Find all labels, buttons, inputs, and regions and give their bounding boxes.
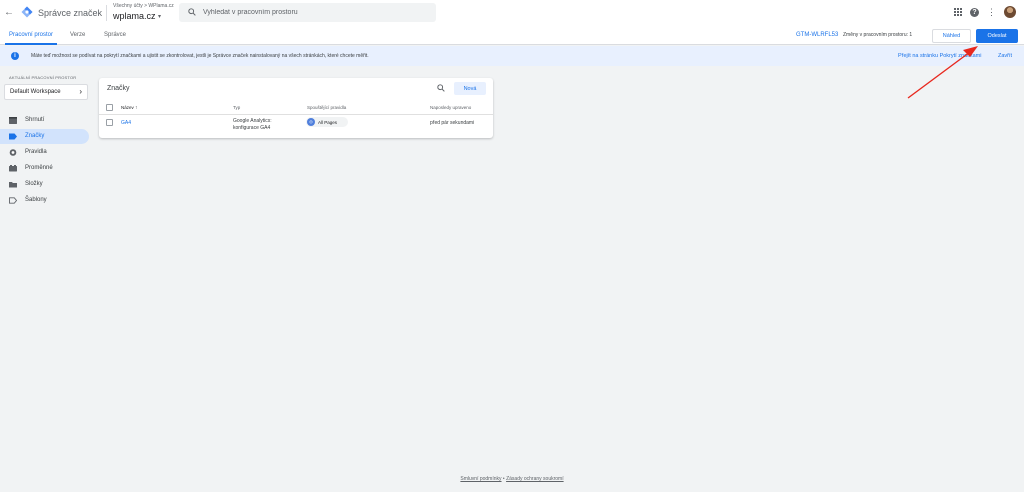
tag-manager-logo-icon[interactable] [21, 6, 33, 18]
avatar[interactable] [1004, 6, 1016, 18]
sidebar-item-label: Značky [25, 133, 45, 139]
sidebar-item-label: Složky [25, 181, 43, 187]
terms-link[interactable]: Smluvní podmínky [460, 476, 501, 482]
back-arrow-icon[interactable]: ← [4, 8, 14, 18]
banner-message: Máte teď možnost se podívat na pokrytí z… [31, 53, 369, 59]
header-actions: ? ⋮ [954, 6, 1016, 18]
search-icon[interactable] [437, 84, 445, 92]
row-checkbox[interactable] [106, 119, 113, 126]
annotation-arrow [907, 46, 978, 99]
sidebar-item-summary[interactable]: Shrnutí [0, 113, 89, 128]
tab-workspace[interactable]: Pracovní prostor [9, 32, 53, 38]
container-id-link[interactable]: GTM-WLRFL53 [796, 32, 838, 38]
new-tag-button[interactable]: Nová [454, 82, 486, 95]
tag-name-link[interactable]: GA4 [121, 120, 131, 126]
sidebar-item-folders[interactable]: Složky [0, 177, 89, 192]
eye-icon: ◎ [307, 118, 315, 126]
sidebar-item-triggers[interactable]: Pravidla [0, 145, 89, 160]
workspace-search[interactable] [179, 3, 436, 22]
chevron-down-icon[interactable]: ▾ [158, 13, 161, 20]
workspace-tabbar: Pracovní prostor Verze Správce GTM-WLRFL… [0, 26, 1024, 45]
trigger-icon [9, 149, 17, 156]
folder-icon [9, 182, 17, 188]
column-header-type[interactable]: Typ [233, 105, 240, 110]
chevron-right-icon: › [79, 87, 82, 96]
trigger-chip-label: All Pages [318, 119, 338, 125]
footer-separator: • [502, 476, 505, 482]
info-icon: i [11, 52, 19, 60]
sidebar-item-label: Šablony [25, 197, 47, 203]
close-banner-link[interactable]: Zavřít [998, 53, 1012, 59]
tag-type-line1: Google Analytics: [233, 118, 272, 124]
footer: Smluvní podmínky • Zásady ochrany soukro… [0, 476, 1024, 482]
search-icon [188, 8, 196, 16]
product-name[interactable]: Správce značek [38, 8, 102, 18]
workspace-selector[interactable]: Default Workspace › [4, 84, 88, 100]
table-row[interactable]: GA4 Google Analytics: konfigurace GA4 ◎ … [99, 116, 493, 136]
header-divider [106, 5, 107, 21]
more-vert-icon[interactable]: ⋮ [987, 7, 996, 17]
help-icon[interactable]: ? [970, 7, 979, 17]
column-header-edited[interactable]: Naposledy upraveno [430, 105, 471, 110]
last-edited: před pár sekundami [430, 119, 475, 126]
sidebar-item-templates[interactable]: Šablony [0, 193, 89, 208]
container-selector[interactable]: wplama.cz [113, 11, 156, 21]
sidebar-item-label: Shrnutí [25, 117, 45, 123]
sort-arrow-icon: ↑ [135, 105, 138, 111]
card-title: Značky [107, 85, 130, 92]
workspace-name: Default Workspace [10, 89, 61, 95]
privacy-link[interactable]: Zásady ochrany soukromí [506, 476, 564, 482]
tag-icon [9, 133, 17, 140]
variable-icon [9, 165, 17, 172]
sidebar-item-tags[interactable]: Značky [0, 129, 89, 144]
workspace-changes-count: Změny v pracovním prostoru: 1 [843, 32, 913, 38]
trigger-chip[interactable]: ◎ All Pages [306, 117, 348, 127]
top-header: ← Správce značek Všechny účty > WPlama.c… [0, 0, 1024, 26]
info-banner: i Máte teď možnost se podívat na pokrytí… [0, 46, 1024, 66]
sidebar-item-label: Proměnné [25, 165, 53, 171]
tag-type-line2: konfigurace GA4 [233, 125, 271, 131]
account-breadcrumb[interactable]: Všechny účty > WPlama.cz [113, 3, 174, 9]
tags-card: Značky Nová Název ↑ Typ Spouštějící prav… [99, 78, 493, 138]
summary-icon [9, 117, 17, 124]
workspace-caption: AKTUÁLNÍ PRACOVNÍ PROSTOR [9, 75, 77, 80]
column-label: Název [121, 105, 134, 110]
apps-grid-icon[interactable] [954, 8, 962, 16]
table-header: Název ↑ Typ Spouštějící pravidla Naposle… [99, 102, 493, 115]
sidebar-item-label: Pravidla [25, 149, 47, 155]
sidebar-item-variables[interactable]: Proměnné [0, 161, 89, 176]
template-icon [9, 197, 17, 204]
active-tab-indicator [5, 43, 57, 45]
column-header-triggers[interactable]: Spouštějící pravidla [307, 105, 346, 110]
select-all-checkbox[interactable] [106, 104, 113, 111]
column-header-name[interactable]: Název ↑ [121, 105, 138, 111]
search-input[interactable] [203, 3, 428, 22]
tab-admin[interactable]: Správce [104, 32, 126, 38]
tab-versions[interactable]: Verze [70, 32, 85, 38]
